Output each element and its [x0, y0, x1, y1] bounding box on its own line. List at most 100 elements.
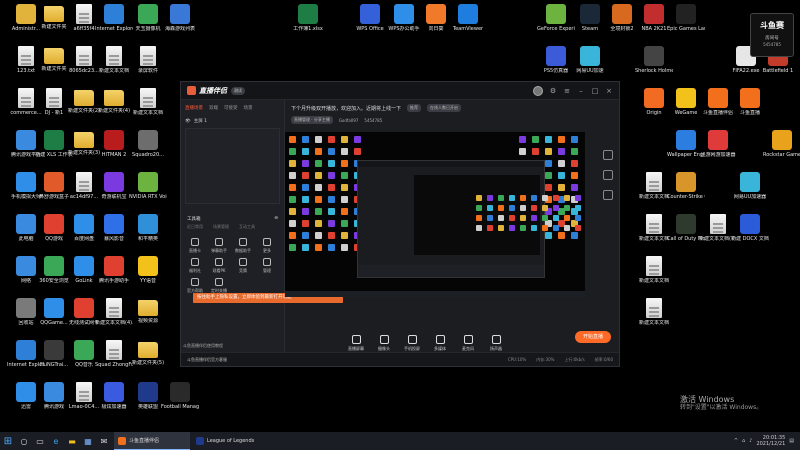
- desktop-icon[interactable]: GeForce Experience: [537, 4, 575, 46]
- desktop-icon[interactable]: WPS Office: [352, 4, 388, 46]
- source-button[interactable]: 直播屏幕: [345, 335, 367, 352]
- eye-icon[interactable]: 👁: [185, 119, 191, 124]
- start-button-icon[interactable]: ⊞: [0, 432, 16, 450]
- layer-down-icon[interactable]: [603, 170, 613, 180]
- volume-icon[interactable]: ♪: [749, 438, 752, 444]
- tool-item[interactable]: 官方帮助: [184, 278, 206, 294]
- desktop-icon[interactable]: 新建文本文档: [130, 88, 166, 130]
- desktop-icon[interactable]: WPS办公助手: [386, 4, 422, 46]
- tool-item[interactable]: 竞猜: [232, 258, 254, 274]
- tab-accept[interactable]: 可接受: [224, 105, 238, 111]
- settings-icon[interactable]: ⚙: [549, 87, 557, 95]
- tool-item[interactable]: 观看PK: [208, 258, 230, 274]
- desktop-icon[interactable]: Origin: [636, 88, 672, 130]
- status-help-link[interactable]: 斗鱼直播伴侣官方客服: [187, 357, 227, 363]
- desktop-icon[interactable]: Call of Duty Modern ...: [667, 214, 705, 256]
- desktop-icon[interactable]: 腾讯手游助手: [96, 256, 132, 298]
- store-icon[interactable]: ▦: [80, 432, 96, 450]
- desktop-icon[interactable]: TeamViewer: [450, 4, 486, 46]
- desktop-icon[interactable]: 斗鱼直播伴侣: [700, 88, 736, 130]
- desktop-icon[interactable]: 新建文件夹(4): [96, 88, 132, 130]
- explorer-icon[interactable]: ▬: [64, 432, 80, 450]
- desktop-icon[interactable]: Football Manag...: [161, 382, 199, 424]
- tab-field[interactable]: 场景: [244, 105, 253, 111]
- close-icon[interactable]: ×: [605, 87, 613, 95]
- desktop-icon[interactable]: WeGame: [668, 88, 704, 130]
- desktop-icon[interactable]: 新建文本文档: [96, 46, 132, 88]
- tool-item[interactable]: 数据助手: [232, 238, 254, 254]
- desktop-icon[interactable]: 新建文本文档: [636, 172, 672, 214]
- desktop-icon[interactable]: 新建文本文档: [636, 256, 672, 298]
- desktop-icon[interactable]: 和平精英: [130, 214, 166, 256]
- network-icon[interactable]: ⌂: [742, 438, 745, 444]
- tool-item[interactable]: 管理: [256, 258, 278, 274]
- toolbox-more-icon[interactable]: ⊖: [274, 216, 278, 222]
- desktop-icon[interactable]: 工作簿1.xlsx: [290, 4, 326, 46]
- desktop-icon[interactable]: HITMAN 2: [96, 130, 132, 172]
- desktop-icon[interactable]: Squadro20...: [130, 130, 166, 172]
- taskbar-task[interactable]: League of Legends: [192, 432, 268, 450]
- desktop-icon[interactable]: NBA 2K21: [636, 4, 672, 46]
- source-button[interactable]: 手机投屏: [401, 335, 423, 352]
- edge-icon[interactable]: e: [48, 432, 64, 450]
- tool-item[interactable]: 更多: [256, 238, 278, 254]
- desktop-icon[interactable]: 天玉摄像机: [130, 4, 166, 46]
- desktop-icon[interactable]: 视频资源: [130, 298, 166, 340]
- task-view-icon[interactable]: ▭: [32, 432, 48, 450]
- desktop-icon[interactable]: Epic Games Launcher: [667, 4, 705, 46]
- desktop-icon[interactable]: 英雄联盟: [130, 382, 166, 424]
- desktop-icon[interactable]: Steam: [572, 4, 608, 46]
- tool-item[interactable]: 直播卡: [184, 238, 206, 254]
- minimize-icon[interactable]: –: [577, 87, 585, 95]
- source-button[interactable]: 扬声器: [485, 335, 507, 352]
- search-icon[interactable]: ○: [16, 432, 32, 450]
- maximize-icon[interactable]: □: [591, 87, 599, 95]
- desktop-icon[interactable]: Counter-Strike Global Off...: [667, 172, 705, 214]
- desktop-icon[interactable]: Rockstar Games: [763, 130, 800, 172]
- desktop-icon[interactable]: 新建 DOCX 文档: [731, 214, 769, 256]
- desktop-icon[interactable]: 新建文本文档: [636, 214, 672, 256]
- desktop-icon[interactable]: 暴风影音: [96, 214, 132, 256]
- desktop-icon[interactable]: 网易UU加速器: [732, 172, 768, 214]
- layer-up-icon[interactable]: [603, 150, 613, 160]
- tray-arrow-icon[interactable]: ^: [734, 438, 738, 444]
- desktop-icon[interactable]: Internet Explorer: [95, 4, 133, 46]
- desktop-icon[interactable]: 录屏软件: [130, 46, 166, 88]
- tutorial-link[interactable]: 斗鱼直播伴侣使用教程: [183, 343, 223, 349]
- tab-scene[interactable]: 直播场景: [185, 105, 203, 111]
- tab-dual[interactable]: 双端: [209, 105, 218, 111]
- mail-icon[interactable]: ✉: [96, 432, 112, 450]
- menu-icon[interactable]: ≡: [563, 87, 571, 95]
- tool-item[interactable]: 弹幕助手: [208, 238, 230, 254]
- desktop-icon[interactable]: NVIDIA RTX Voice: [129, 172, 167, 214]
- desktop-icon[interactable]: 全境封锁2: [604, 4, 640, 46]
- source-button[interactable]: 麦克风: [457, 335, 479, 352]
- source-button[interactable]: 多媒体: [429, 335, 451, 352]
- desktop-icon[interactable]: 斗鱼直播: [732, 88, 768, 130]
- tool-item[interactable]: 福利社: [184, 258, 206, 274]
- desktop-icon[interactable]: 新建文本文档(4).txt: [95, 298, 133, 340]
- tool-item[interactable]: 定时关播: [208, 278, 230, 294]
- notice-pill-2[interactable]: 在线人数已开启: [427, 104, 462, 112]
- desktop-icon[interactable]: 新建文件夹(5): [130, 340, 166, 382]
- taskbar-task[interactable]: 斗鱼直播伴侣: [114, 432, 190, 450]
- desktop-icon[interactable]: Sherlock Holmes: [635, 46, 673, 88]
- desktop-icon[interactable]: Wallpaper Engine: [667, 130, 705, 172]
- desktop-icon[interactable]: 新建文本文档(7).txt: [699, 214, 737, 256]
- stream-preview[interactable]: [285, 132, 585, 297]
- toolbox-tab-recent[interactable]: 近日常用: [187, 224, 203, 230]
- desktop-icon[interactable]: 奇游联机宝: [96, 172, 132, 214]
- desktop-icon[interactable]: 向日葵: [418, 4, 454, 46]
- desktop-icon[interactable]: YY语音: [130, 256, 166, 298]
- toolbox-tab-scene[interactable]: 场景管理: [213, 224, 229, 230]
- toolbox-tab-interact[interactable]: 互动工具: [239, 224, 255, 230]
- room-label[interactable]: 直播管理 · 分享主播: [291, 116, 333, 124]
- clock[interactable]: 20:01:35 2021/12/21: [756, 435, 785, 447]
- scene-item[interactable]: 👁 主屏 1: [185, 117, 280, 125]
- desktop-icon[interactable]: 新建文本文档: [636, 298, 672, 340]
- desktop-icon[interactable]: Squad ZhongFu: [95, 340, 133, 382]
- desktop-icon[interactable]: 极炫加速器: [96, 382, 132, 424]
- notification-icon[interactable]: ▤: [789, 438, 794, 444]
- start-stream-button[interactable]: 开始直播: [575, 331, 611, 343]
- user-avatar[interactable]: [533, 85, 543, 96]
